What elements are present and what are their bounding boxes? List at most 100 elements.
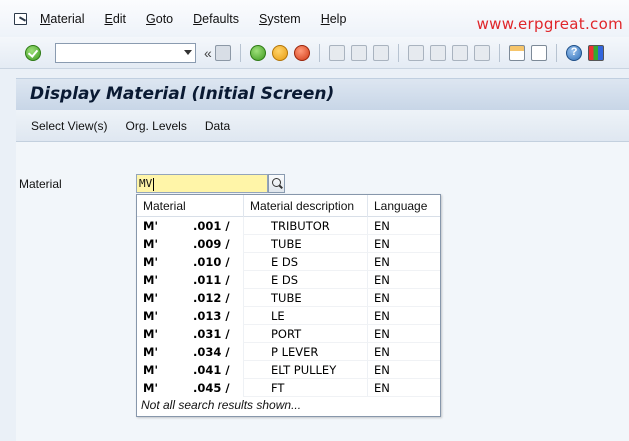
row-material-number: .045 / <box>193 381 230 395</box>
menu-bar: Material Edit Goto Defaults System Help … <box>0 0 629 37</box>
menu-icon[interactable] <box>14 12 32 26</box>
menu-help-rest: elp <box>329 11 347 26</box>
row-material: M' .012 / <box>137 289 243 307</box>
column-header-material[interactable]: Material <box>137 195 243 217</box>
print-icon[interactable] <box>328 44 345 61</box>
text-caret <box>153 177 155 191</box>
enter-icon[interactable] <box>25 44 41 61</box>
org-levels-button[interactable]: Org. Levels <box>125 119 186 133</box>
row-material-prefix: M' <box>143 273 158 287</box>
help-icon[interactable] <box>565 44 582 61</box>
row-material-prefix: M' <box>143 327 158 341</box>
row-material-number: .013 / <box>193 309 230 323</box>
row-material-prefix: M' <box>143 237 158 251</box>
search-help-row[interactable]: M' .031 / PORT EN <box>137 325 440 343</box>
search-help-row[interactable]: M' .012 / TUBE EN <box>137 289 440 307</box>
row-description: FT <box>243 379 367 397</box>
find-icon[interactable] <box>350 44 367 61</box>
menu-material-rest: aterial <box>50 11 85 26</box>
search-help-row[interactable]: M' .013 / LE EN <box>137 307 440 325</box>
create-session-icon[interactable] <box>508 44 525 61</box>
row-material-prefix: M' <box>143 255 158 269</box>
next-page-icon[interactable] <box>451 44 468 61</box>
row-description: TUBE <box>243 235 367 253</box>
menu-system[interactable]: System <box>259 12 301 26</box>
row-material: M' .011 / <box>137 271 243 289</box>
column-header-language[interactable]: Language <box>367 194 440 217</box>
material-label: Material <box>19 177 62 191</box>
search-help-popup: Material Material description Language M… <box>136 194 441 417</box>
row-description: P LEVER <box>243 343 367 361</box>
collapse-icon[interactable]: « <box>204 46 212 60</box>
menu-material[interactable]: Material <box>40 12 84 26</box>
search-help-row[interactable]: M' .041 / ELT PULLEY EN <box>137 361 440 379</box>
previous-page-icon[interactable] <box>429 44 446 61</box>
command-field[interactable] <box>55 42 196 63</box>
row-material-number: .010 / <box>193 255 230 269</box>
cancel-icon[interactable] <box>293 44 310 61</box>
row-description: E DS <box>243 271 367 289</box>
row-material: M' .013 / <box>137 307 243 325</box>
search-help-button[interactable] <box>268 174 285 193</box>
row-description: LE <box>243 307 367 325</box>
menu-edit-rest: dit <box>112 11 127 26</box>
menu-defaults-rest: efaults <box>202 11 240 26</box>
row-material: M' .034 / <box>137 343 243 361</box>
toolbar-separator <box>318 43 320 62</box>
search-help-row[interactable]: M' .045 / FT EN <box>137 379 440 397</box>
find-next-icon[interactable] <box>372 44 389 61</box>
row-description: TRIBUTOR <box>243 217 367 235</box>
search-help-row[interactable]: M' .010 / E DS EN <box>137 253 440 271</box>
row-material-number: .001 / <box>193 219 230 233</box>
save-icon[interactable] <box>214 44 231 61</box>
first-page-icon[interactable] <box>407 44 424 61</box>
row-material-number: .012 / <box>193 291 230 305</box>
row-material-prefix: M' <box>143 381 158 395</box>
row-language: EN <box>367 379 440 397</box>
row-material-prefix: M' <box>143 363 158 377</box>
customize-layout-icon[interactable] <box>587 44 604 61</box>
row-language: EN <box>367 235 440 253</box>
row-description: TUBE <box>243 289 367 307</box>
menu-goto[interactable]: Goto <box>146 12 173 26</box>
toolbar-separator <box>239 43 241 62</box>
data-button[interactable]: Data <box>205 119 230 133</box>
row-material-number: .031 / <box>193 327 230 341</box>
toolbar-separator <box>555 43 557 62</box>
back-icon[interactable] <box>249 44 266 61</box>
row-language: EN <box>367 325 440 343</box>
select-views-button[interactable]: Select View(s) <box>31 119 107 133</box>
search-help-row[interactable]: M' .011 / E DS EN <box>137 271 440 289</box>
row-material-number: .041 / <box>193 363 230 377</box>
row-language: EN <box>367 307 440 325</box>
menu-edit[interactable]: Edit <box>104 12 126 26</box>
menu-goto-rest: oto <box>155 11 174 26</box>
row-language: EN <box>367 289 440 307</box>
row-description: PORT <box>243 325 367 343</box>
search-help-row[interactable]: M' .001 / TRIBUTOR EN <box>137 217 440 235</box>
last-page-icon[interactable] <box>473 44 490 61</box>
application-toolbar: Select View(s) Org. Levels Data <box>16 110 629 142</box>
menu-help[interactable]: Help <box>321 12 347 26</box>
search-help-row[interactable]: M' .034 / P LEVER EN <box>137 343 440 361</box>
watermark: www.erpgreat.com <box>476 15 623 33</box>
material-input[interactable]: MV <box>136 174 268 193</box>
menu-defaults[interactable]: Defaults <box>193 12 239 26</box>
row-language: EN <box>367 217 440 235</box>
row-material-number: .009 / <box>193 237 230 251</box>
exit-icon[interactable] <box>271 44 288 61</box>
search-help-row[interactable]: M' .009 / TUBE EN <box>137 235 440 253</box>
row-description: ELT PULLEY <box>243 361 367 379</box>
row-material: M' .010 / <box>137 253 243 271</box>
row-language: EN <box>367 361 440 379</box>
row-description: E DS <box>243 253 367 271</box>
search-help-header: Material Material description Language <box>137 194 440 217</box>
shortcut-icon[interactable] <box>530 44 547 61</box>
chevron-down-icon[interactable] <box>184 49 192 55</box>
search-help-footer: Not all search results shown... <box>141 398 302 412</box>
search-help-rows: M' .001 /TRIBUTOR EN M' .009 /TUBE EN M' .010 /… <box>137 217 440 397</box>
column-header-description[interactable]: Material description <box>243 194 367 217</box>
row-material-number: .034 / <box>193 345 230 359</box>
standard-toolbar: « <box>0 37 629 69</box>
toolbar-separator <box>498 43 500 62</box>
